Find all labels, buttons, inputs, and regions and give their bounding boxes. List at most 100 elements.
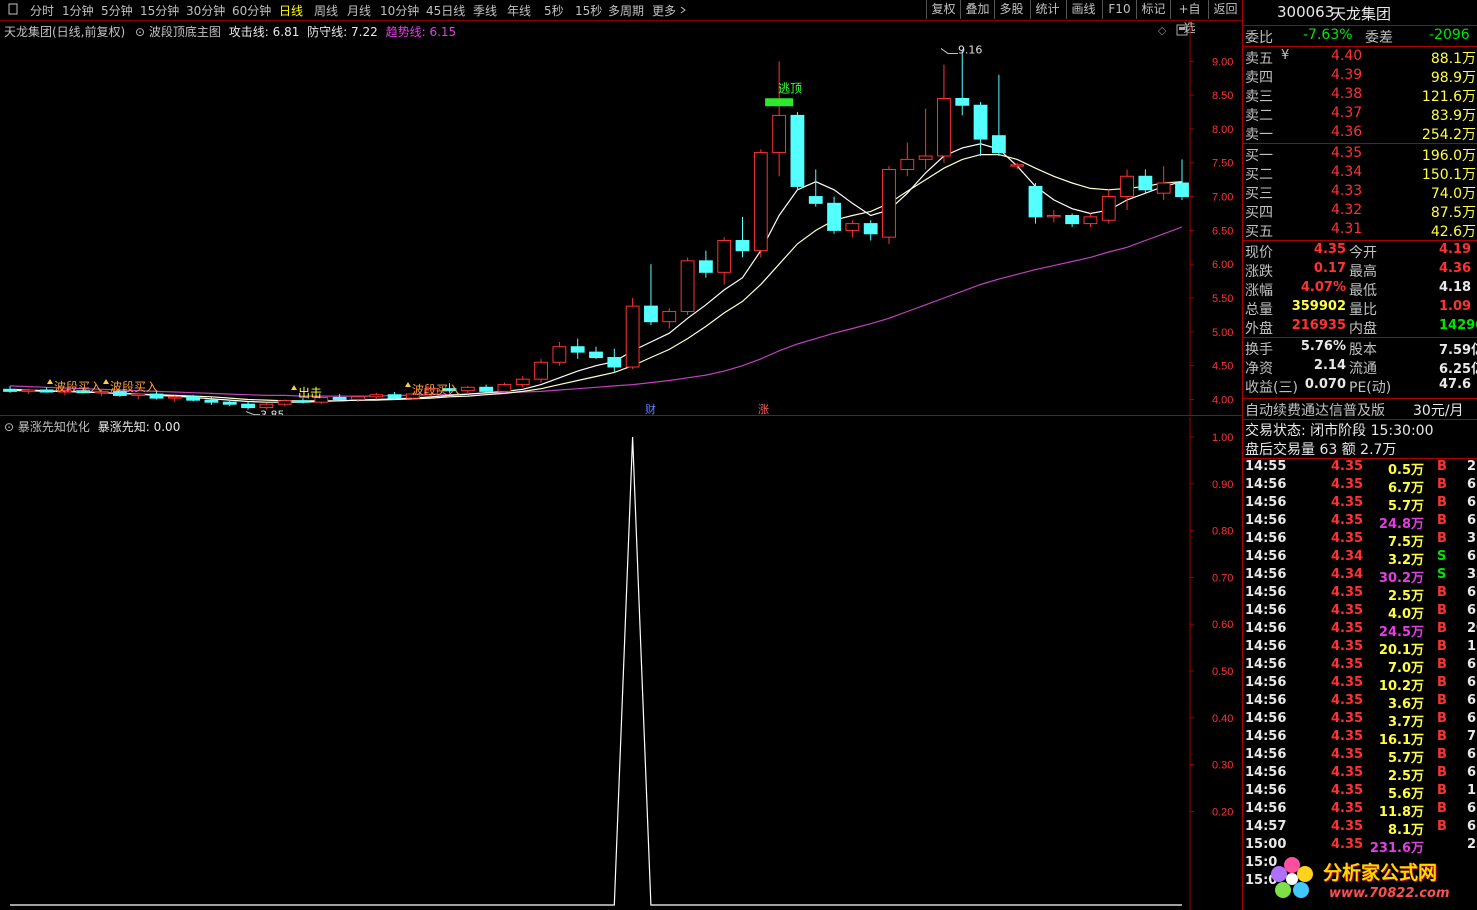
tick-volume: 5.7万 bbox=[1387, 499, 1424, 514]
tick-price: 4.35 bbox=[1331, 639, 1364, 654]
tick-time: 14:55 bbox=[1245, 459, 1287, 474]
f10-button[interactable]: F10 bbox=[1102, 0, 1136, 19]
period-10min[interactable]: 10分钟 bbox=[380, 2, 419, 19]
period-1min[interactable]: 1分钟 bbox=[62, 2, 94, 19]
period-yearly[interactable]: 年线 bbox=[507, 2, 531, 19]
candle-body bbox=[698, 260, 713, 273]
buy-row[interactable]: 买二 4.34 150.1万 bbox=[1243, 164, 1477, 183]
period-15min[interactable]: 15分钟 bbox=[140, 2, 179, 19]
high-price-label: 9.16 bbox=[958, 43, 983, 56]
sell-price[interactable]: 4.38 bbox=[1331, 86, 1362, 102]
period-multi[interactable]: 多周期 bbox=[608, 2, 644, 19]
tick-row[interactable]: 14:56 4.35 24.5万 B 20 bbox=[1243, 621, 1477, 640]
sell-price[interactable]: 4.40 bbox=[1331, 48, 1362, 64]
multi-stock-button[interactable]: 多股 bbox=[994, 0, 1028, 19]
period-5min[interactable]: 5分钟 bbox=[101, 2, 133, 19]
tick-row[interactable]: 14:56 4.35 3.6万 B 6 bbox=[1243, 693, 1477, 712]
sell-row[interactable]: 卖二 4.37 83.9万 bbox=[1243, 105, 1477, 124]
period-quarterly[interactable]: 季线 bbox=[473, 2, 497, 19]
tick-row[interactable]: 14:56 4.35 24.8万 B 6 bbox=[1243, 513, 1477, 532]
tick-row[interactable]: 14:56 4.35 5.7万 B 6 bbox=[1243, 495, 1477, 514]
tick-row[interactable]: 14:56 4.34 30.2万 S 33 bbox=[1243, 567, 1477, 586]
period-30min[interactable]: 30分钟 bbox=[186, 2, 225, 19]
candle-body bbox=[3, 388, 17, 392]
tick-row[interactable]: 14:56 4.35 7.5万 B 31 bbox=[1243, 531, 1477, 550]
sell-price[interactable]: 4.37 bbox=[1331, 105, 1362, 121]
tick-count: 6 bbox=[1467, 549, 1477, 564]
tick-time: 14:56 bbox=[1245, 531, 1287, 546]
sell-row[interactable]: 卖五 4.40 88.1万 bbox=[1243, 48, 1477, 67]
buy-row[interactable]: 买三 4.33 74.0万 bbox=[1243, 183, 1477, 202]
buy-price[interactable]: 4.31 bbox=[1331, 221, 1362, 237]
tick-volume: 20.1万 bbox=[1378, 643, 1424, 658]
tick-row[interactable]: 14:56 4.35 7.0万 B 6 bbox=[1243, 657, 1477, 676]
price-tick-label: 8.00 bbox=[1212, 124, 1233, 136]
stats-button[interactable]: 统计 bbox=[1030, 0, 1064, 19]
promo-row[interactable]: 自动续费通达信普及版 30元/月 bbox=[1243, 400, 1477, 419]
period-15s[interactable]: 15秒 bbox=[575, 2, 602, 19]
tick-row[interactable]: 14:56 4.35 6.7万 B 6 bbox=[1243, 477, 1477, 496]
quote-value: 4.07% bbox=[1300, 280, 1346, 295]
quote-row: 总量 359902 量比 1.09 bbox=[1243, 299, 1477, 318]
tick-time: 14:56 bbox=[1245, 549, 1287, 564]
add-favorite-button[interactable]: +自选 bbox=[1170, 0, 1208, 35]
overlay-button[interactable]: 叠加 bbox=[960, 0, 994, 19]
tick-row[interactable]: 14:57 4.35 8.1万 B 6 bbox=[1243, 819, 1477, 838]
tick-row[interactable]: 14:56 4.35 20.1万 B 11 bbox=[1243, 639, 1477, 658]
tick-row[interactable]: 14:56 4.35 10.2万 B 6 bbox=[1243, 675, 1477, 694]
square-toggle-icon[interactable] bbox=[8, 3, 18, 18]
promo-text[interactable]: 自动续费通达信普及版 bbox=[1245, 400, 1385, 420]
sell-label: 卖一 bbox=[1245, 127, 1273, 143]
sub-chart-pane[interactable]: ⊙ 暴涨先知优化 暴涨先知: 0.00 1.00 0.90 0.80 0.70 0.60… bbox=[0, 417, 1242, 910]
chevron-down-icon[interactable] bbox=[680, 4, 688, 18]
sell-price[interactable]: 4.39 bbox=[1331, 67, 1362, 83]
buy-price[interactable]: 4.35 bbox=[1331, 145, 1362, 161]
tick-row[interactable]: 14:56 4.34 3.2万 S 6 bbox=[1243, 549, 1477, 568]
period-monthly[interactable]: 月线 bbox=[347, 2, 371, 19]
sell-row[interactable]: 卖一 4.36 254.2万 bbox=[1243, 124, 1477, 143]
tick-row[interactable]: 14:56 4.35 5.6万 B 11 bbox=[1243, 783, 1477, 802]
fuquan-button[interactable]: 复权 bbox=[926, 0, 960, 19]
period-45day[interactable]: 45日线 bbox=[426, 2, 465, 19]
buy-row[interactable]: 买四 4.32 87.5万 bbox=[1243, 202, 1477, 221]
back-button[interactable]: 返回 bbox=[1208, 0, 1242, 19]
tick-row[interactable]: 14:55 4.35 0.5万 B 2 bbox=[1243, 459, 1477, 478]
quote-value: 142967 bbox=[1439, 318, 1477, 333]
buy-row[interactable]: 买一 4.35 196.0万 bbox=[1243, 145, 1477, 164]
period-fenshi[interactable]: 分时 bbox=[30, 2, 54, 19]
tick-count: 6 bbox=[1467, 819, 1477, 834]
buy-price[interactable]: 4.34 bbox=[1331, 164, 1362, 180]
period-weekly[interactable]: 周线 bbox=[314, 2, 338, 19]
buy-price[interactable]: 4.33 bbox=[1331, 183, 1362, 199]
promo-price[interactable]: 30元/月 bbox=[1413, 400, 1464, 420]
draw-line-button[interactable]: 画线 bbox=[1066, 0, 1100, 19]
period-more[interactable]: 更多 bbox=[652, 2, 676, 19]
period-60min[interactable]: 60分钟 bbox=[232, 2, 271, 19]
quote-label: 涨跌 bbox=[1245, 264, 1273, 280]
tick-row[interactable]: 14:56 4.35 3.7万 B 6 bbox=[1243, 711, 1477, 730]
stock-name: 天龙集团 bbox=[1331, 5, 1392, 23]
indicator-chart[interactable]: 1.00 0.90 0.80 0.70 0.60 0.50 0.40 0.30 0.20 bbox=[0, 417, 1242, 910]
tick-row[interactable]: 14:56 4.35 11.8万 B 6 bbox=[1243, 801, 1477, 820]
tick-side: B bbox=[1437, 603, 1447, 618]
sell-row[interactable]: 卖四 4.39 98.9万 bbox=[1243, 67, 1477, 86]
tick-row[interactable]: 14:56 4.35 2.5万 B 6 bbox=[1243, 765, 1477, 784]
tick-row[interactable]: 14:56 4.35 16.1万 B 7 bbox=[1243, 729, 1477, 748]
sell-row[interactable]: 卖三 4.38 121.6万 bbox=[1243, 86, 1477, 105]
sell-price[interactable]: 4.36 bbox=[1331, 124, 1362, 140]
tick-row[interactable]: 14:56 4.35 2.5万 B 6 bbox=[1243, 585, 1477, 604]
candlestick-chart[interactable]: 9.00 8.50 8.00 7.50 7.00 6.50 6.00 5.50 5.00 4.50… bbox=[0, 21, 1242, 415]
quote-row: 涨跌 0.17 最高 4.36 bbox=[1243, 261, 1477, 280]
buy-row[interactable]: 买五 4.31 42.6万 bbox=[1243, 221, 1477, 240]
tick-row[interactable]: 14:56 4.35 5.7万 B 6 bbox=[1243, 747, 1477, 766]
period-daily[interactable]: 日线 bbox=[279, 2, 303, 19]
candle-body bbox=[607, 357, 622, 368]
buy-price[interactable]: 4.32 bbox=[1331, 202, 1362, 218]
fundamental-label: 股本 bbox=[1349, 342, 1377, 358]
main-chart-pane[interactable]: 天龙集团(日线,前复权) ⊙ 波段顶底主图 攻击线: 6.81 防守线: 7.2… bbox=[0, 21, 1242, 416]
period-5s[interactable]: 5秒 bbox=[544, 2, 564, 19]
tick-row[interactable]: 14:56 4.35 4.0万 B 6 bbox=[1243, 603, 1477, 622]
mark-button[interactable]: 标记 bbox=[1136, 0, 1170, 19]
tick-time: 14:56 bbox=[1245, 621, 1287, 636]
tick-time: 14:56 bbox=[1245, 585, 1287, 600]
